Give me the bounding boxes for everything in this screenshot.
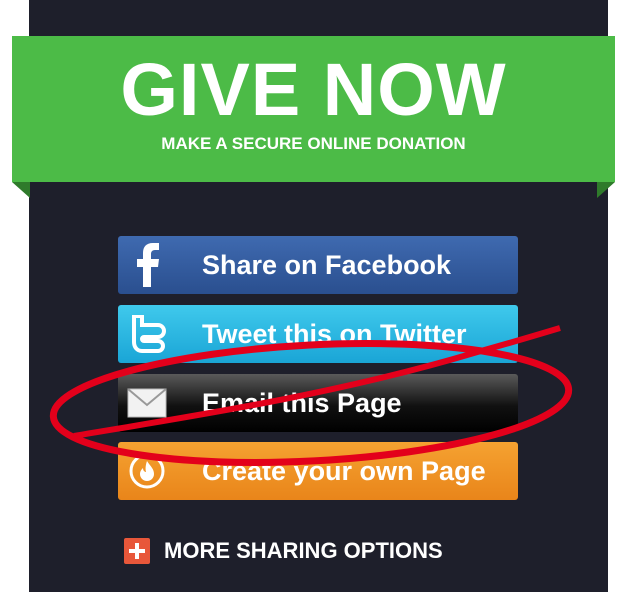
tweet-twitter-button[interactable]: Tweet this on Twitter: [118, 305, 518, 363]
envelope-icon: [118, 374, 176, 432]
give-now-banner[interactable]: GIVE NOW MAKE A SECURE ONLINE DONATION: [12, 36, 615, 182]
share-facebook-button[interactable]: Share on Facebook: [118, 236, 518, 294]
more-sharing-options-link[interactable]: MORE SHARING OPTIONS: [124, 538, 443, 564]
banner-fold-left: [12, 182, 30, 198]
share-facebook-label: Share on Facebook: [202, 249, 452, 280]
email-page-label: Email this Page: [202, 387, 402, 418]
create-page-button[interactable]: Create your own Page: [118, 442, 518, 500]
email-page-button[interactable]: Email this Page: [118, 374, 518, 432]
facebook-icon: [118, 236, 176, 294]
give-now-subtitle: MAKE A SECURE ONLINE DONATION: [161, 134, 466, 153]
flame-icon: [118, 442, 176, 500]
banner-fold-right: [597, 182, 615, 198]
create-page-label: Create your own Page: [202, 455, 486, 486]
plus-icon: [124, 538, 150, 564]
tweet-twitter-label: Tweet this on Twitter: [202, 318, 467, 349]
twitter-icon: [118, 305, 176, 363]
more-sharing-options-label: MORE SHARING OPTIONS: [164, 538, 443, 563]
give-now-title: GIVE NOW: [120, 48, 507, 131]
